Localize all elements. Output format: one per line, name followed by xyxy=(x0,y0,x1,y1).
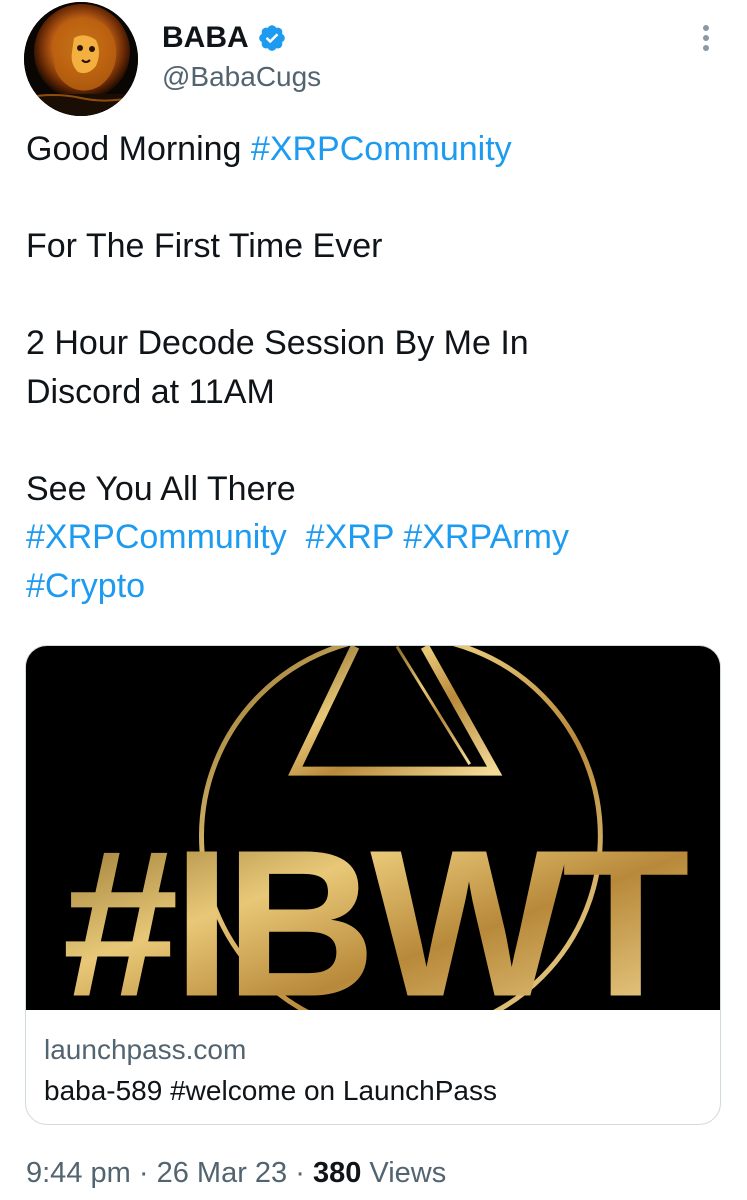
ibwt-logo-image: #IBWT xyxy=(26,646,720,1010)
verified-badge-icon xyxy=(258,25,285,51)
link-preview-card[interactable]: #IBWT launchpass.com baba-589 #welcome o… xyxy=(25,645,721,1125)
hashtags-line: #Crypto xyxy=(26,562,726,611)
card-image[interactable]: #IBWT xyxy=(26,646,720,1010)
card-title: baba-589 #welcome on LaunchPass xyxy=(44,1075,497,1106)
lion-avatar-icon xyxy=(24,2,138,116)
author-handle[interactable]: @BabaCugs xyxy=(162,60,321,94)
hashtag-link[interactable]: #XRP xyxy=(306,518,394,556)
tweet-text-segment: Good Morning xyxy=(26,130,251,168)
card-logo-text: #IBWT xyxy=(62,807,688,1010)
tweet-detail: BABA @BabaCugs Good Morning #XRPCommunit… xyxy=(0,0,747,1200)
tweet-date[interactable]: 26 Mar 23 xyxy=(157,1157,288,1189)
avatar[interactable] xyxy=(24,2,138,116)
author-name-row[interactable]: BABA xyxy=(162,20,287,56)
tweet-time[interactable]: 9:44 pm xyxy=(26,1157,131,1189)
tweet-line: Discord at 11AM xyxy=(26,372,275,411)
more-options-icon[interactable] xyxy=(694,20,718,56)
tweet-line: Good Morning #XRPCommunity xyxy=(26,125,726,174)
hashtag-link[interactable]: #XRPArmy xyxy=(403,518,569,556)
meta-separator: · xyxy=(138,1157,149,1189)
tweet-body: Good Morning #XRPCommunity For The First… xyxy=(26,125,726,610)
author-display-name[interactable]: BABA xyxy=(162,20,249,56)
card-domain: launchpass.com xyxy=(44,1034,247,1065)
hashtag-link[interactable]: #Crypto xyxy=(26,567,145,605)
views-count[interactable]: 380 xyxy=(313,1157,361,1189)
views-label[interactable]: Views xyxy=(369,1157,446,1189)
hashtag-link[interactable]: #XRPCommunity xyxy=(26,518,287,556)
tweet-meta: 9:44 pm · 26 Mar 23 · 380 Views xyxy=(26,1155,446,1191)
tweet-line: See You All There xyxy=(26,469,296,508)
tweet-line: 2 Hour Decode Session By Me In xyxy=(26,324,529,362)
tweet-line: For The First Time Ever xyxy=(26,227,383,265)
hashtag-link[interactable]: #XRPCommunity xyxy=(251,130,512,168)
hashtags-line: #XRPCommunity #XRP #XRPArmy xyxy=(26,513,726,562)
meta-separator: · xyxy=(295,1157,305,1189)
